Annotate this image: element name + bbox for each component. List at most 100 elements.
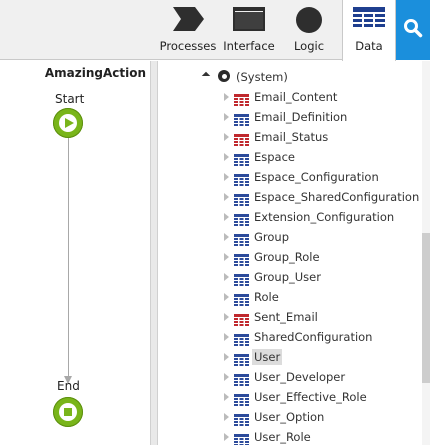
tree-item[interactable]: User_Role (158, 428, 422, 445)
entity-static-icon (234, 311, 249, 326)
tree-item-label: SharedConfiguration (254, 330, 373, 344)
tree-scrollbar[interactable] (422, 61, 430, 445)
tree-item[interactable]: Group_User (158, 268, 422, 288)
tree-item-label: Extension_Configuration (254, 210, 395, 224)
play-icon (59, 114, 77, 132)
entity-icon (234, 411, 249, 426)
entity-icon (234, 431, 249, 445)
tab-processes[interactable]: Processes (158, 0, 218, 60)
entity-icon (234, 351, 249, 366)
tree-item[interactable]: Email_Status (158, 128, 422, 148)
entity-icon (234, 391, 249, 406)
stop-icon (59, 403, 77, 421)
tree-item[interactable]: User (158, 348, 422, 368)
expand-arrow-icon[interactable] (224, 393, 229, 401)
entity-icon (234, 271, 249, 286)
entity-icon (234, 371, 249, 386)
tree-item[interactable]: Sent_Email (158, 308, 422, 328)
app-window: Processes Interface Logic Data AmazingAc… (0, 0, 430, 445)
expand-arrow-icon[interactable] (224, 233, 229, 241)
expand-arrow-icon[interactable] (224, 273, 229, 281)
expand-arrow-icon[interactable] (224, 253, 229, 261)
tree-item-label: Group_User (254, 270, 321, 284)
tree-item-label: User (252, 349, 283, 365)
tree-item-label: Email_Status (254, 130, 329, 144)
entity-icon (234, 251, 249, 266)
action-title: AmazingAction (44, 66, 146, 80)
main-toolbar: Processes Interface Logic Data (0, 0, 430, 61)
end-node[interactable] (53, 397, 83, 427)
expand-arrow-icon[interactable] (224, 213, 229, 221)
tree-item-label: User_Developer (254, 370, 346, 384)
logic-circle-icon (295, 6, 323, 38)
expand-arrow-icon[interactable] (224, 133, 229, 141)
tree-item-label: Sent_Email (254, 310, 318, 324)
tree-item-label: Espace (254, 150, 296, 164)
expand-arrow-icon[interactable] (224, 333, 229, 341)
data-grid-icon (352, 6, 386, 36)
tree-item[interactable]: User_Developer (158, 368, 422, 388)
expand-arrow-icon[interactable] (224, 353, 229, 361)
tree-item[interactable]: Email_Definition (158, 108, 422, 128)
tree-item[interactable]: Espace_Configuration (158, 168, 422, 188)
entity-icon (234, 211, 249, 226)
expand-arrow-icon[interactable] (224, 313, 229, 321)
tree-item-label: Espace_SharedConfiguration (254, 190, 420, 204)
tab-label: Processes (159, 39, 217, 53)
expand-arrow-icon[interactable] (224, 173, 229, 181)
data-tree: (System) Email_Content Email_Definition Em… (158, 61, 422, 445)
tree-item[interactable]: Group_Role (158, 248, 422, 268)
end-label: End (57, 379, 80, 393)
interface-window-icon (232, 6, 266, 36)
scrollbar-thumb[interactable] (422, 233, 430, 383)
tab-logic[interactable]: Logic (280, 0, 338, 60)
expand-arrow-icon[interactable] (224, 193, 229, 201)
tree-item-label: Group_Role (254, 250, 320, 264)
tree-item[interactable]: Extension_Configuration (158, 208, 422, 228)
tree-item-label: Role (254, 290, 279, 304)
expand-arrow-icon[interactable] (224, 433, 229, 441)
tree-root-system[interactable]: (System) (158, 68, 422, 86)
entity-icon (234, 171, 249, 186)
tree-item[interactable]: SharedConfiguration (158, 328, 422, 348)
tree-item[interactable]: User_Option (158, 408, 422, 428)
entity-icon (234, 191, 249, 206)
entity-icon (234, 331, 249, 346)
tree-item[interactable]: Group (158, 228, 422, 248)
expand-arrow-icon[interactable] (224, 93, 229, 101)
start-node[interactable] (53, 108, 83, 138)
tree-item-label: Email_Content (254, 90, 338, 104)
entity-icon (234, 231, 249, 246)
tree-item-label: User_Role (254, 430, 311, 444)
tree-item[interactable]: Espace (158, 148, 422, 168)
tree-item[interactable]: User_Effective_Role (158, 388, 422, 408)
start-label: Start (55, 92, 85, 106)
tab-interface[interactable]: Interface (220, 0, 278, 60)
tree-item[interactable]: Role (158, 288, 422, 308)
flow-connector[interactable] (68, 138, 69, 380)
entity-icon (234, 291, 249, 306)
tree-item-label: User_Option (254, 410, 325, 424)
processes-chevron-icon (171, 6, 205, 36)
expand-arrow-icon[interactable] (224, 153, 229, 161)
collapse-arrow-icon[interactable] (201, 71, 211, 81)
tree-item-label: Email_Definition (254, 110, 348, 124)
action-flow-canvas[interactable]: AmazingAction Start End (0, 61, 150, 445)
system-module-icon (218, 70, 230, 82)
tab-data[interactable]: Data (342, 0, 396, 61)
expand-arrow-icon[interactable] (224, 413, 229, 421)
tab-label: Logic (293, 39, 325, 53)
search-button[interactable] (396, 0, 430, 60)
tree-item[interactable]: Espace_SharedConfiguration (158, 188, 422, 208)
entity-static-icon (234, 131, 249, 146)
tab-label: Interface (223, 39, 275, 53)
panel-splitter[interactable] (150, 61, 158, 445)
tree-item-label: Espace_Configuration (254, 170, 379, 184)
expand-arrow-icon[interactable] (224, 373, 229, 381)
tree-item[interactable]: Email_Content (158, 88, 422, 108)
expand-arrow-icon[interactable] (224, 113, 229, 121)
expand-arrow-icon[interactable] (224, 293, 229, 301)
entity-icon (234, 111, 249, 126)
search-icon (403, 18, 423, 42)
tree-root-label: (System) (236, 70, 288, 84)
